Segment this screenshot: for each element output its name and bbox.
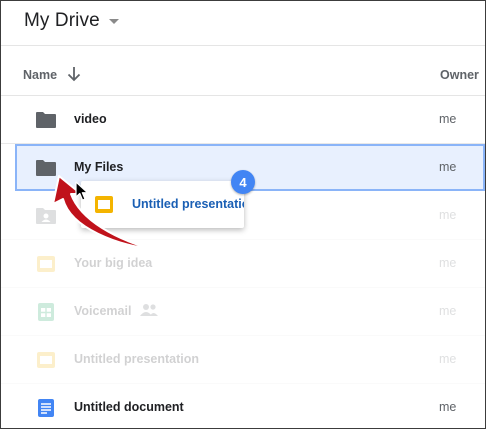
file-row-video[interactable]: video me — [1, 96, 485, 144]
file-owner: me — [439, 160, 457, 174]
sheets-icon — [38, 303, 54, 321]
drive-header: My Drive — [1, 1, 485, 46]
file-row-your-big-idea[interactable]: Your big idea me — [1, 240, 485, 288]
docs-icon — [38, 399, 54, 417]
page-title: My Drive — [24, 10, 100, 31]
drag-item-name: Untitled presentation — [132, 197, 244, 211]
slides-icon — [95, 196, 113, 213]
contact-folder-icon — [36, 208, 56, 224]
shared-people-icon — [140, 304, 158, 316]
arrow-down-icon[interactable] — [67, 66, 81, 82]
file-owner: me — [439, 304, 457, 318]
file-owner: me — [439, 400, 457, 414]
file-name: Untitled document — [74, 400, 184, 414]
mouse-pointer-icon — [75, 181, 89, 201]
file-owner: me — [439, 256, 457, 270]
slides-icon — [37, 352, 55, 368]
file-owner: me — [439, 112, 457, 126]
drive-window: My Drive Name Owner video me My Files me — [0, 0, 486, 429]
file-name: video — [74, 112, 107, 126]
caret-down-icon — [108, 19, 119, 24]
file-name: Your big idea — [74, 256, 153, 270]
file-owner: me — [439, 208, 457, 222]
my-drive-dropdown[interactable]: My Drive — [24, 10, 120, 32]
folder-icon — [36, 112, 56, 128]
file-name: Voicemail — [74, 304, 132, 318]
folder-icon — [36, 160, 56, 176]
column-header: Name Owner — [1, 46, 485, 96]
drag-preview-card: Untitled presentation — [81, 181, 244, 228]
file-owner: me — [439, 352, 457, 366]
file-name: Untitled presentation — [74, 352, 200, 366]
slides-icon — [37, 256, 55, 272]
file-row-untitled-document[interactable]: Untitled document me — [1, 384, 485, 428]
file-name: My Files — [74, 160, 124, 174]
column-owner-header[interactable]: Owner — [440, 68, 479, 82]
column-name-header[interactable]: Name — [23, 68, 57, 82]
file-row-untitled-presentation[interactable]: Untitled presentation me — [1, 336, 485, 384]
file-row-voicemail[interactable]: Voicemail me — [1, 288, 485, 336]
drag-count-badge: 4 — [231, 170, 255, 194]
